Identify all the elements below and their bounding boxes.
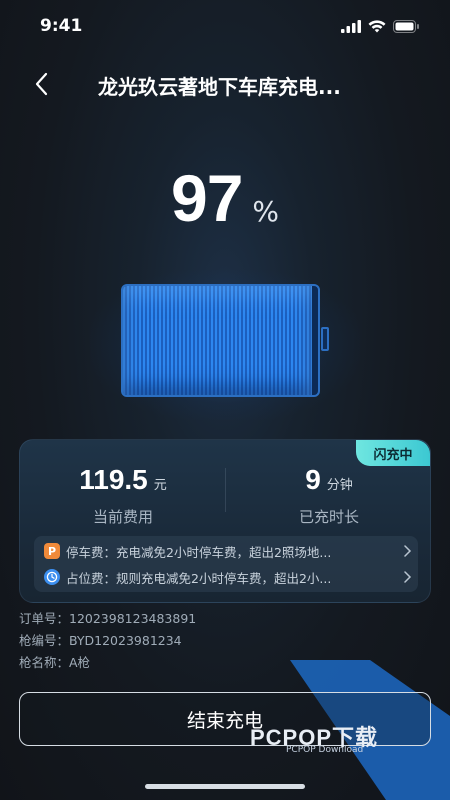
battery-cap xyxy=(321,327,329,351)
charge-duration-unit: 分钟 xyxy=(326,478,353,493)
page-title: 龙光玖云著地下车库充电... xyxy=(98,75,341,99)
charging-info-card: 闪充中 119.5 元 当前费用 9 分钟 已充时长 P 停车费：充电减免2小时… xyxy=(19,439,431,603)
occupancy-fee-text: 占位费：规则充电减免2小时停车费，超出2小... xyxy=(66,570,332,586)
current-fee-value: 119.5 xyxy=(79,464,148,495)
chevron-right-icon xyxy=(404,571,412,583)
charge-percent: 97 % xyxy=(0,160,450,236)
fast-charging-badge: 闪充中 xyxy=(356,440,430,466)
battery-graphic xyxy=(121,284,320,397)
charge-duration-value: 9 xyxy=(305,464,321,495)
header: 龙光玖云著地下车库充电... xyxy=(0,56,450,112)
home-indicator[interactable] xyxy=(145,784,305,789)
gun-name: 枪名称：A枪 xyxy=(19,655,91,670)
watermark-subtitle: PCPOP Download xyxy=(286,745,364,755)
back-button[interactable] xyxy=(30,70,54,98)
charge-percent-unit: % xyxy=(252,195,280,228)
order-info: 订单号：1202398123483891 枪编号：BYD12023981234 … xyxy=(19,608,196,674)
occupancy-fee-row[interactable]: 占位费：规则充电减免2小时停车费，超出2小... xyxy=(34,563,418,591)
charge-duration-stat: 9 分钟 已充时长 xyxy=(226,464,432,527)
fee-rules: P 停车费：充电减免2小时停车费，超出2照场地... 占位费：规则充电减免2小时… xyxy=(34,536,418,592)
wifi-icon xyxy=(368,19,386,32)
chevron-right-icon xyxy=(404,545,412,557)
status-icons xyxy=(341,19,420,33)
current-fee-unit: 元 xyxy=(153,478,167,493)
charge-duration-label: 已充时长 xyxy=(298,508,359,526)
charge-percent-value: 97 xyxy=(170,161,243,235)
battery-status-icon xyxy=(393,19,419,33)
cellular-signal-icon xyxy=(341,19,361,33)
current-fee-stat: 119.5 元 当前费用 xyxy=(20,464,226,527)
current-fee-label: 当前费用 xyxy=(92,508,153,526)
status-time: 9:41 xyxy=(40,16,83,36)
clock-icon xyxy=(44,569,60,585)
order-number: 订单号：1202398123483891 xyxy=(19,611,197,626)
parking-fee-text: 停车费：充电减免2小时停车费，超出2照场地... xyxy=(66,544,332,560)
battery-fill xyxy=(123,286,313,395)
parking-fee-row[interactable]: P 停车费：充电减免2小时停车费，超出2照场地... xyxy=(34,537,418,565)
status-bar: 9:41 xyxy=(0,0,450,56)
chevron-left-icon xyxy=(35,72,48,96)
gun-number: 枪编号：BYD12023981234 xyxy=(19,633,182,648)
parking-icon: P xyxy=(44,543,60,559)
